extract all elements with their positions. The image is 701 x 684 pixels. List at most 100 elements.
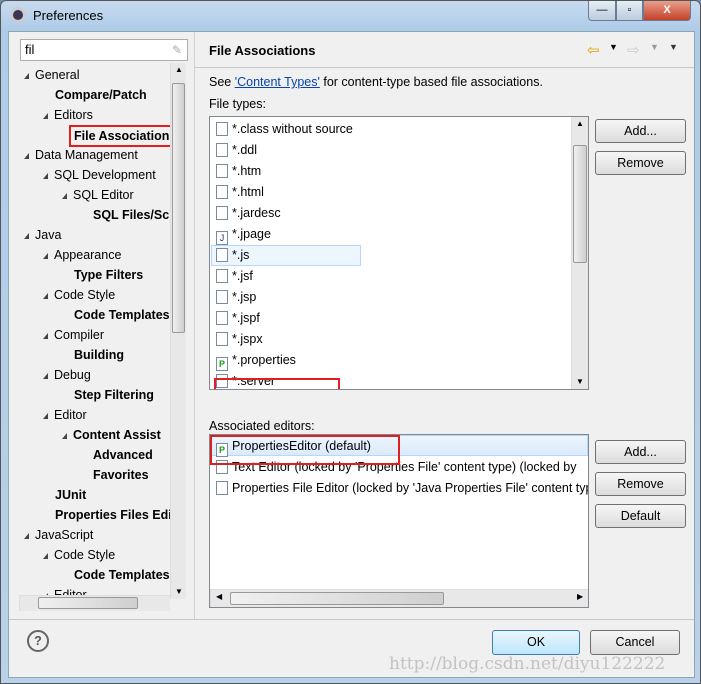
scroll-thumb[interactable] xyxy=(573,145,587,263)
tree-item[interactable]: Favorites xyxy=(93,465,149,485)
tree-item[interactable]: Debug xyxy=(43,365,91,385)
cancel-button[interactable]: Cancel xyxy=(590,630,680,655)
content-types-link[interactable]: 'Content Types' xyxy=(235,75,320,89)
list-item[interactable]: *.jsf xyxy=(216,266,253,286)
tree-item[interactable]: Code Templates xyxy=(74,565,170,585)
editor-default-button[interactable]: Default xyxy=(595,504,686,528)
scroll-up-icon[interactable]: ▲ xyxy=(175,65,183,74)
tree-item[interactable]: Properties Files Editor xyxy=(55,505,185,525)
tree-item[interactable]: Type Filters xyxy=(74,265,143,285)
jpage-file-icon: J xyxy=(216,231,228,245)
tree-item[interactable]: JUnit xyxy=(55,485,86,505)
editor-remove-button[interactable]: Remove xyxy=(595,472,686,496)
tree-item-label: JUnit xyxy=(55,488,87,502)
expand-arrow-icon[interactable] xyxy=(43,372,48,379)
tree-item[interactable]: General xyxy=(24,65,79,85)
expand-arrow-icon[interactable] xyxy=(24,232,29,239)
tree-item[interactable]: Advanced xyxy=(93,445,153,465)
tree-item[interactable]: Building xyxy=(74,345,124,365)
close-button[interactable]: X xyxy=(643,1,691,21)
list-item[interactable]: P *.properties xyxy=(216,350,296,371)
editors-horizontal-scrollbar[interactable]: ◀ ▶ xyxy=(210,589,588,607)
tree-horizontal-scrollbar[interactable] xyxy=(19,595,170,611)
text-editor-icon xyxy=(216,481,228,495)
back-dropdown-icon[interactable]: ▼ xyxy=(609,42,618,52)
list-item-label: *.properties xyxy=(232,353,296,367)
list-item[interactable]: *.ddl xyxy=(216,140,257,160)
list-item[interactable]: *.js xyxy=(216,245,249,265)
list-item[interactable]: *.jardesc xyxy=(216,203,281,223)
scroll-left-icon[interactable]: ◀ xyxy=(216,592,222,601)
tree-item[interactable]: Java xyxy=(24,225,61,245)
view-menu-icon[interactable]: ▼ xyxy=(669,42,678,52)
scroll-right-icon[interactable]: ▶ xyxy=(577,592,583,601)
expand-arrow-icon[interactable] xyxy=(43,112,48,119)
h-scroll-thumb[interactable] xyxy=(230,592,444,605)
tree-item[interactable]: Code Style xyxy=(43,285,115,305)
forward-arrow-icon[interactable]: ⇨ xyxy=(627,41,640,59)
expand-arrow-icon[interactable] xyxy=(62,432,67,439)
file-type-add-button[interactable]: Add... xyxy=(595,119,686,143)
scroll-thumb[interactable] xyxy=(172,83,185,333)
tree-item[interactable]: Compiler xyxy=(43,325,104,345)
scroll-down-icon[interactable]: ▼ xyxy=(576,377,584,386)
expand-arrow-icon[interactable] xyxy=(43,172,48,179)
list-item[interactable]: *.jsp xyxy=(216,287,256,307)
h-scroll-thumb[interactable] xyxy=(38,597,138,609)
expand-arrow-icon[interactable] xyxy=(62,192,67,199)
expand-arrow-icon[interactable] xyxy=(43,552,48,559)
tree-item[interactable]: File Associations xyxy=(69,125,182,147)
list-item[interactable]: *.jspx xyxy=(216,329,263,349)
tree-item[interactable]: Content Assist xyxy=(62,425,161,445)
list-item-label: *.jsf xyxy=(232,269,253,283)
js-file-icon xyxy=(216,248,228,262)
tree-vertical-scrollbar[interactable]: ▲ ▼ xyxy=(170,63,186,599)
tree-item[interactable]: Code Templates xyxy=(74,305,170,325)
ok-button[interactable]: OK xyxy=(492,630,580,655)
filter-input[interactable]: fil xyxy=(20,39,188,61)
highlight-box xyxy=(210,435,400,465)
tree-item[interactable]: Editor xyxy=(43,405,87,425)
tree-item-label: Properties Files Editor xyxy=(55,508,185,522)
tree-item[interactable]: Step Filtering xyxy=(74,385,154,405)
expand-arrow-icon[interactable] xyxy=(24,72,29,79)
expand-arrow-icon[interactable] xyxy=(24,152,29,159)
tree-item[interactable]: Editors xyxy=(43,105,93,125)
tree-item[interactable]: SQL Development xyxy=(43,165,156,185)
expand-arrow-icon[interactable] xyxy=(43,292,48,299)
preferences-window: Preferences — ▫ X fil ✎ General Compare/P… xyxy=(0,0,701,684)
tree-item[interactable]: SQL Editor xyxy=(62,185,134,205)
tree-item[interactable]: Code Style xyxy=(43,545,115,565)
tree-item[interactable]: Appearance xyxy=(43,245,121,265)
file-types-scrollbar[interactable]: ▲ ▼ xyxy=(571,117,588,389)
list-item[interactable]: *.jspf xyxy=(216,308,260,328)
list-item[interactable]: *.htm xyxy=(216,161,261,181)
list-item-label: Properties File Editor (locked by 'Java … xyxy=(232,481,589,495)
expand-arrow-icon[interactable] xyxy=(43,252,48,259)
list-item[interactable]: *.html xyxy=(216,182,264,202)
file-types-list[interactable]: *.class without source *.ddl *.htm *.html *.… xyxy=(209,116,589,390)
tree-item-label: Advanced xyxy=(93,448,153,462)
tree-item[interactable]: Data Management xyxy=(24,145,138,165)
tree-item-label: Editor xyxy=(54,408,87,422)
scroll-up-icon[interactable]: ▲ xyxy=(576,119,584,128)
expand-arrow-icon[interactable] xyxy=(24,532,29,539)
clear-filter-icon[interactable]: ✎ xyxy=(172,43,182,57)
back-arrow-icon[interactable]: ⇦ xyxy=(587,41,600,59)
scroll-down-icon[interactable]: ▼ xyxy=(175,587,183,596)
tree-item[interactable]: JavaScript xyxy=(24,525,93,545)
help-icon[interactable]: ? xyxy=(27,630,49,652)
editor-add-button[interactable]: Add... xyxy=(595,440,686,464)
sash[interactable] xyxy=(194,32,195,620)
tree-item[interactable]: Compare/Patch xyxy=(55,85,147,105)
expand-arrow-icon[interactable] xyxy=(43,412,48,419)
list-item[interactable]: J *.jpage xyxy=(216,224,271,245)
minimize-button[interactable]: — xyxy=(588,1,616,21)
forward-dropdown-icon[interactable]: ▼ xyxy=(650,42,659,52)
list-item[interactable]: Properties File Editor (locked by 'Java … xyxy=(216,478,589,498)
file-type-remove-button[interactable]: Remove xyxy=(595,151,686,175)
maximize-button[interactable]: ▫ xyxy=(616,1,643,21)
expand-arrow-icon[interactable] xyxy=(43,332,48,339)
list-item[interactable]: *.class without source xyxy=(216,119,353,139)
list-item-label: *.class without source xyxy=(232,122,353,136)
